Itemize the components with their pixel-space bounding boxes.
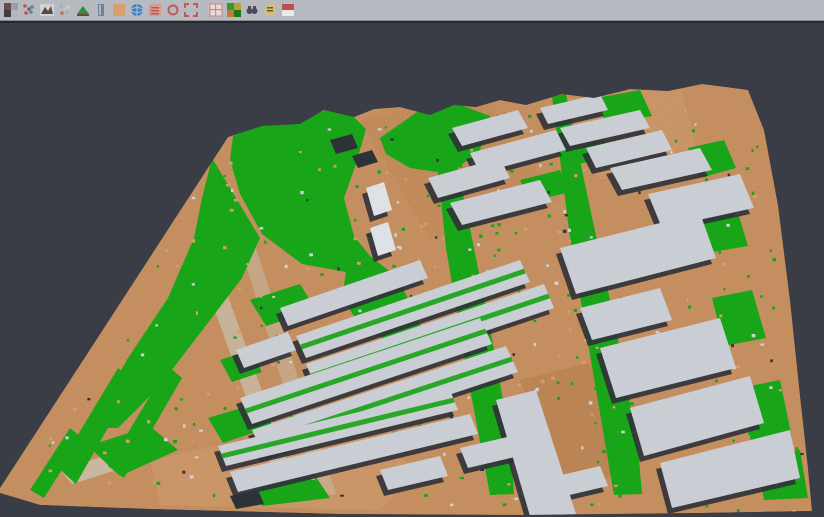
ortho-image-button[interactable] — [111, 2, 127, 18]
circle-selection-button[interactable] — [165, 2, 181, 18]
measure-tool-icon — [245, 3, 259, 17]
terrain-model-button[interactable] — [75, 2, 91, 18]
application-window — [0, 0, 824, 517]
point-cloud-button[interactable] — [21, 2, 37, 18]
point-cloud-icon — [22, 3, 36, 17]
mosaic-layer-icon — [4, 3, 18, 17]
classification-button[interactable] — [226, 2, 242, 18]
viewport-3d[interactable] — [0, 21, 824, 517]
clip-region-icon — [209, 3, 223, 17]
main-toolbar — [0, 0, 824, 21]
circle-selection-icon — [166, 3, 180, 17]
toolbar-group-separator — [200, 2, 207, 18]
rectangle-selection-button[interactable] — [183, 2, 199, 18]
hillshade-icon — [40, 3, 54, 17]
globe-view-icon — [130, 3, 144, 17]
report-icon — [263, 3, 277, 17]
raster-grid-icon — [148, 3, 162, 17]
ortho-image-icon — [112, 3, 126, 17]
clip-region-button[interactable] — [208, 2, 224, 18]
mosaic-layer-button[interactable] — [3, 2, 19, 18]
globe-view-button[interactable] — [129, 2, 145, 18]
report-button[interactable] — [262, 2, 278, 18]
rectangle-selection-icon — [184, 3, 198, 17]
profile-view-icon — [94, 3, 108, 17]
flag-marker-button[interactable] — [280, 2, 296, 18]
point-cloud-scene — [0, 23, 824, 517]
terrain-model-icon — [76, 3, 90, 17]
flag-marker-icon — [281, 3, 295, 17]
classification-icon — [227, 3, 241, 17]
hillshade-button[interactable] — [39, 2, 55, 18]
raster-grid-button[interactable] — [147, 2, 163, 18]
measure-tool-button[interactable] — [244, 2, 260, 18]
sparse-points-icon — [58, 3, 72, 17]
sparse-points-button[interactable] — [57, 2, 73, 18]
profile-view-button[interactable] — [93, 2, 109, 18]
